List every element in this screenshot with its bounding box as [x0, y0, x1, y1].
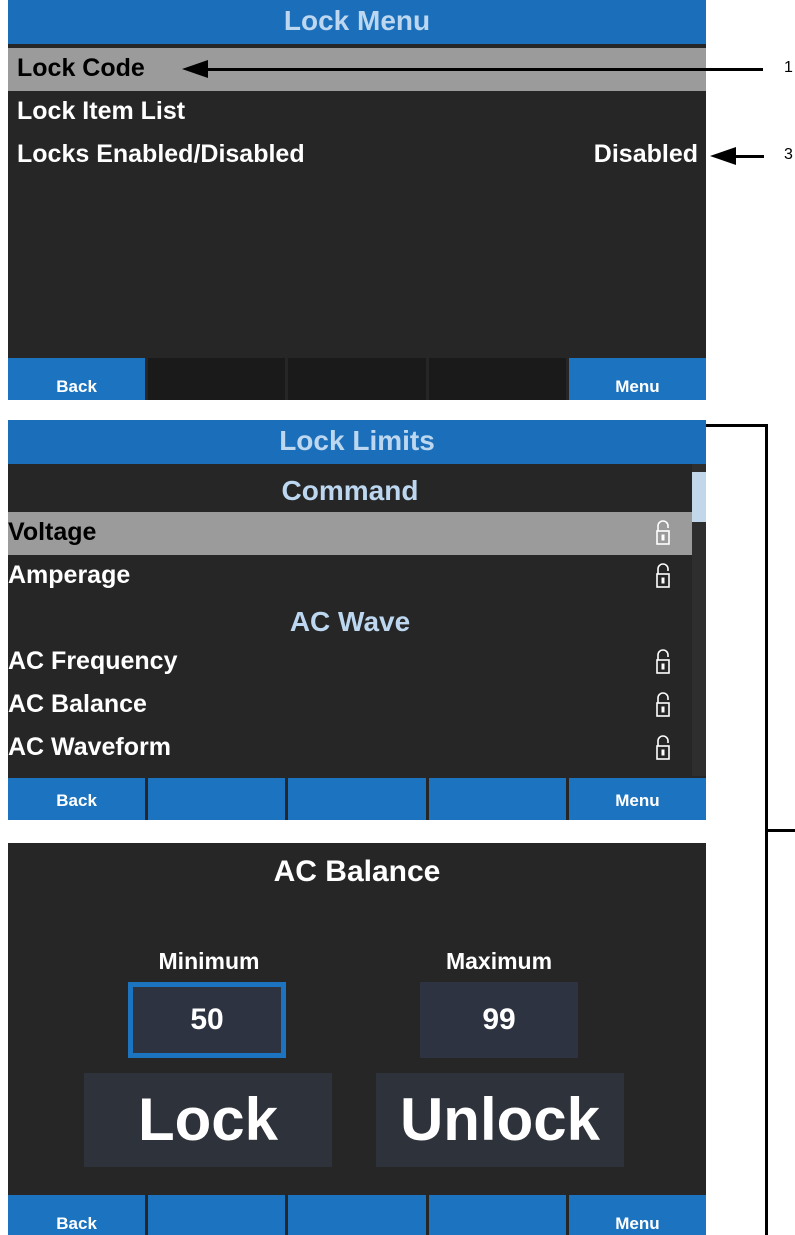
callout-number-1: 1: [784, 59, 793, 76]
back-softkey[interactable]: Back: [8, 358, 146, 400]
menu-item-label: Lock Code: [17, 54, 145, 82]
unlocked-padlock-icon: [656, 692, 670, 718]
bracket-top: [706, 424, 768, 427]
unlocked-padlock-icon: [656, 520, 670, 546]
limit-item-label: Amperage: [8, 561, 131, 589]
scrollbar[interactable]: [692, 464, 706, 776]
back-softkey[interactable]: Back: [8, 778, 146, 820]
softkey-3[interactable]: [288, 778, 426, 820]
softkey-3[interactable]: [288, 1195, 426, 1235]
minimum-value-field[interactable]: 50: [128, 982, 286, 1058]
callout-line-3: [730, 155, 764, 158]
limit-item-ac-waveform[interactable]: AC Waveform: [8, 727, 692, 770]
minimum-label: Minimum: [158, 948, 260, 974]
lock-limits-title-bar: Lock Limits: [8, 420, 706, 464]
limit-item-voltage[interactable]: Voltage: [8, 512, 692, 555]
menu-item-lock-item-list[interactable]: Lock Item List: [8, 91, 706, 134]
maximum-label: Maximum: [445, 948, 553, 974]
lock-button[interactable]: Lock: [84, 1073, 332, 1167]
unlocked-padlock-icon: [656, 563, 670, 589]
scrollbar-thumb[interactable]: [692, 472, 706, 522]
softkey-bar: Back Menu: [8, 778, 706, 820]
lock-menu-title: Lock Menu: [283, 5, 431, 36]
limit-item-label: AC Balance: [8, 690, 147, 718]
softkey-4[interactable]: [428, 778, 566, 820]
softkey-2[interactable]: [148, 358, 286, 400]
unlock-button[interactable]: Unlock: [376, 1073, 624, 1167]
softkey-4[interactable]: [428, 358, 566, 400]
section-heading-ac-wave: AC Wave: [289, 606, 411, 637]
menu-softkey[interactable]: Menu: [568, 778, 706, 820]
ac-balance-title: AC Balance: [273, 855, 441, 888]
limit-item-label: AC Waveform: [8, 733, 171, 761]
unlocked-padlock-icon: [656, 649, 670, 675]
limit-item-label: Voltage: [8, 518, 97, 546]
menu-item-locks-enabled[interactable]: Locks Enabled/Disabled Disabled: [8, 134, 706, 177]
lock-menu-screen: Lock Menu Lock Code Lock Item List Locks…: [8, 0, 706, 400]
callout-line-1: [200, 68, 763, 71]
maximum-value-field[interactable]: 99: [420, 982, 578, 1058]
menu-softkey[interactable]: Menu: [568, 358, 706, 400]
section-heading-command: Command: [281, 475, 419, 506]
bracket-tick: [765, 829, 795, 832]
softkey-4[interactable]: [428, 1195, 566, 1235]
lock-limits-screen: Lock Limits Command Voltage Amperage AC …: [8, 420, 706, 820]
menu-item-label: Lock Item List: [17, 97, 186, 125]
softkey-2[interactable]: [148, 778, 286, 820]
locks-status-value: Disabled: [593, 140, 698, 168]
ac-balance-screen: AC Balance Minimum 50 Maximum 99 Lock Un…: [8, 843, 706, 1235]
menu-softkey[interactable]: Menu: [568, 1195, 706, 1235]
softkey-bar: Back Menu: [8, 1195, 706, 1235]
back-softkey[interactable]: Back: [8, 1195, 146, 1235]
limit-item-amperage[interactable]: Amperage: [8, 555, 692, 598]
softkey-2[interactable]: [148, 1195, 286, 1235]
softkey-3[interactable]: [288, 358, 426, 400]
lock-menu-title-bar: Lock Menu: [8, 0, 706, 44]
unlocked-padlock-icon: [656, 735, 670, 761]
lock-limits-title: Lock Limits: [279, 425, 435, 456]
softkey-bar: Back Menu: [8, 358, 706, 400]
callout-number-3: 3: [784, 146, 793, 163]
menu-item-label: Locks Enabled/Disabled: [17, 140, 305, 168]
limit-item-ac-balance[interactable]: AC Balance: [8, 684, 692, 727]
limit-item-label: AC Frequency: [8, 647, 178, 675]
limit-item-ac-frequency[interactable]: AC Frequency: [8, 641, 692, 684]
